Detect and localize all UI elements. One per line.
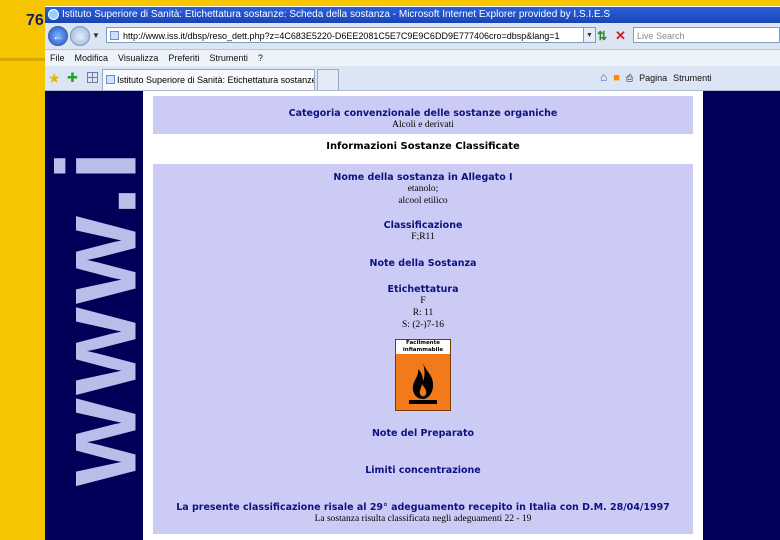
concentration-heading: Limiti concentrazione: [365, 465, 481, 476]
substance-notes-block: Note della Sostanza: [153, 258, 693, 269]
hazard-label: Facilmente infiammabile: [396, 340, 450, 354]
preparation-notes-block: Note del Preparato: [153, 428, 693, 439]
substance-name: etanolo;: [407, 184, 439, 194]
menu-help[interactable]: ?: [253, 50, 268, 66]
window-title: Istituto Superiore di Sanità: Etichettat…: [62, 9, 611, 20]
flame-icon: [409, 363, 437, 404]
menu-tools[interactable]: Strumenti: [204, 50, 253, 66]
favorites-star-icon[interactable]: ★: [48, 70, 61, 87]
url-text: http://www.iss.it/dbsp/reso_dett.php?z=4…: [123, 31, 560, 41]
slide-number: 76: [26, 12, 44, 29]
internet-explorer-icon: [48, 9, 59, 20]
substance-block: Nome della sostanza in Allegato I etanol…: [153, 172, 693, 207]
substance-heading: Nome della sostanza in Allegato I: [333, 172, 513, 183]
browser-window: Istituto Superiore di Sanità: Etichettat…: [45, 7, 780, 540]
classification-block: Classificazione F;R11: [153, 220, 693, 243]
hazard-symbol: Facilmente infiammabile: [395, 339, 451, 411]
history-dropdown-icon[interactable]: ▼: [92, 31, 100, 40]
page-content: Categoria convenzionale delle sostanze o…: [153, 91, 693, 540]
substance-name: alcool etilico: [398, 196, 448, 206]
info-panel: Nome della sostanza in Allegato I etanol…: [153, 164, 693, 534]
quick-tabs-icon[interactable]: [87, 72, 98, 83]
labelling-line: F: [420, 296, 426, 306]
refresh-icon[interactable]: ⇅: [597, 29, 607, 43]
category-heading: Categoria convenzionale delle sostanze o…: [288, 108, 558, 119]
window-titlebar: Istituto Superiore di Sanità: Etichettat…: [45, 7, 780, 23]
classification-heading: Classificazione: [383, 220, 463, 231]
menu-edit[interactable]: Modifica: [70, 50, 114, 66]
footer-heading: La presente classificazione risale al 29…: [176, 502, 670, 513]
tab-bar: ★ ✚ Istituto Superiore di Sanità: Etiche…: [45, 66, 780, 91]
back-button[interactable]: ←: [48, 26, 68, 46]
preparation-notes-heading: Note del Preparato: [371, 428, 475, 439]
url-input[interactable]: http://www.iss.it/dbsp/reso_dett.php?z=4…: [106, 27, 584, 43]
cmd-page[interactable]: Pagina: [639, 73, 667, 83]
menu-bar: File Modifica Visualizza Preferiti Strumenti…: [45, 50, 780, 66]
cmd-tools[interactable]: Strumenti: [673, 73, 712, 83]
category-value: Alcoli e derivati: [392, 120, 454, 130]
forward-button[interactable]: →: [70, 26, 90, 46]
labelling-block: Etichettatura F R: 11 S: (2-)7-16: [153, 284, 693, 331]
labelling-line: R: 11: [412, 308, 434, 318]
page-icon: [110, 31, 119, 40]
tab-title: Istituto Superiore di Sanità: Etichettat…: [117, 75, 315, 85]
concentration-block: Limiti concentrazione: [153, 465, 693, 476]
add-favorite-icon[interactable]: ✚: [67, 70, 78, 86]
menu-view[interactable]: Visualizza: [113, 50, 163, 66]
command-bar: ⌂ ■ ⎙ Pagina Strumenti: [600, 70, 718, 85]
labelling-heading: Etichettatura: [387, 284, 459, 295]
menu-favorites[interactable]: Preferiti: [163, 50, 204, 66]
page-icon: [106, 75, 115, 84]
left-banner: www.i: [45, 91, 143, 540]
footer-block: La presente classificazione risale al 29…: [153, 502, 693, 525]
print-icon[interactable]: ⎙: [626, 73, 633, 83]
slide-top-bar: [0, 0, 780, 6]
home-icon[interactable]: ⌂: [600, 70, 607, 84]
slide-divider: [0, 58, 45, 61]
labelling-line: S: (2-)7-16: [402, 320, 444, 330]
right-banner: [703, 91, 780, 540]
url-dropdown-icon[interactable]: ▼: [584, 27, 596, 43]
footer-note: La sostanza risulta classificata negli a…: [314, 514, 532, 524]
search-input[interactable]: Live Search: [633, 27, 780, 43]
stop-icon[interactable]: ✕: [615, 28, 626, 44]
category-panel: Categoria convenzionale delle sostanze o…: [153, 96, 693, 134]
banner-watermark: www.i: [45, 146, 143, 486]
address-bar: ← → ▼ http://www.iss.it/dbsp/reso_dett.p…: [45, 23, 780, 50]
slide-accent-bar: [0, 0, 45, 540]
tab-active[interactable]: Istituto Superiore di Sanità: Etichettat…: [102, 69, 315, 90]
feeds-icon[interactable]: ■: [613, 72, 620, 84]
new-tab-button[interactable]: [317, 69, 339, 90]
classification-value: F;R11: [411, 232, 435, 242]
substance-notes-heading: Note della Sostanza: [369, 258, 477, 269]
info-heading: Informazioni Sostanze Classificate: [326, 141, 520, 152]
menu-file[interactable]: File: [45, 50, 70, 66]
page-viewport[interactable]: www.i Categoria convenzionale delle sost…: [45, 91, 780, 540]
